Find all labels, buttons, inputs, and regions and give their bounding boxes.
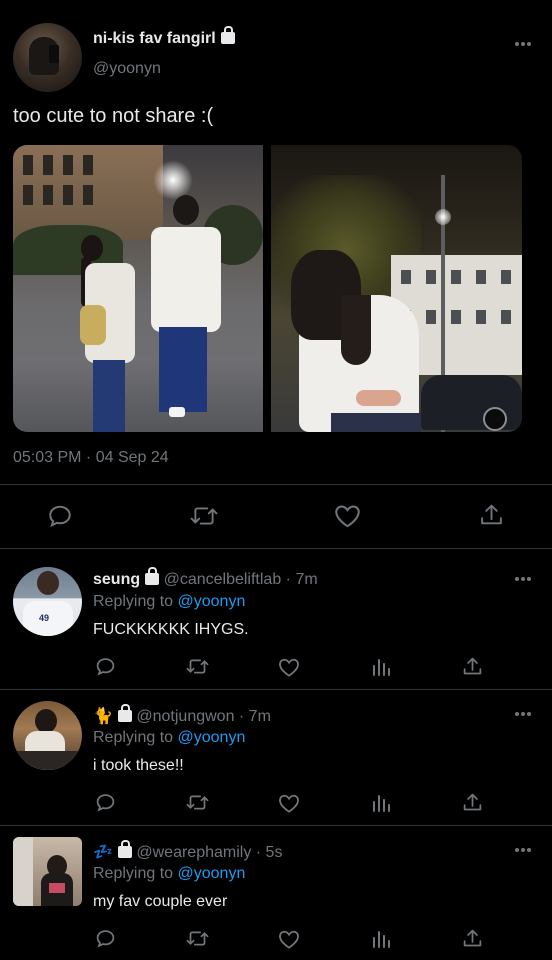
retweet-icon[interactable] — [186, 792, 209, 813]
reply-display-name[interactable]: 💤 — [93, 844, 113, 861]
share-icon[interactable] — [462, 928, 483, 949]
reply-icon[interactable] — [47, 503, 73, 529]
reply-text: FUCKKKKKK IHYGS. — [93, 621, 249, 638]
views-icon[interactable] — [371, 929, 391, 949]
author-name-row: ni-kis fav fangirl — [93, 26, 235, 48]
reply-icon[interactable] — [95, 928, 116, 949]
divider — [0, 484, 552, 485]
reply-header: seung @cancelbeliftlab · 7m — [93, 567, 318, 589]
reply-handle-time[interactable]: @notjungwon · 7m — [136, 708, 271, 725]
reply-avatar[interactable] — [13, 701, 82, 770]
reply-header: 🐈 @notjungwon · 7m — [93, 704, 271, 726]
reply-display-name[interactable]: seung — [93, 571, 140, 588]
replying-prefix: Replying to — [93, 865, 174, 882]
retweet-icon[interactable] — [186, 656, 209, 677]
like-icon[interactable] — [278, 657, 300, 677]
retweet-icon[interactable] — [186, 928, 209, 949]
more-icon[interactable] — [515, 848, 535, 858]
lock-icon — [117, 704, 132, 722]
replying-to: Replying to @yoonyn — [93, 593, 245, 611]
views-icon[interactable] — [371, 793, 391, 813]
divider — [0, 689, 552, 690]
more-icon[interactable] — [515, 577, 535, 587]
reply-header: 💤 @wearephamily · 5s — [93, 840, 282, 862]
replying-prefix: Replying to — [93, 729, 174, 746]
replying-to-handle[interactable]: @yoonyn — [178, 593, 246, 610]
reply-text: i took these!! — [93, 757, 184, 774]
lock-icon — [117, 840, 132, 858]
divider — [0, 548, 552, 549]
more-icon[interactable] — [515, 42, 535, 52]
replying-to-handle[interactable]: @yoonyn — [178, 865, 246, 882]
reply-icon[interactable] — [95, 656, 116, 677]
reply-handle-time[interactable]: @wearephamily · 5s — [136, 844, 282, 861]
share-icon[interactable] — [479, 502, 504, 528]
tweet-text: too cute to not share :( — [13, 105, 214, 127]
media-photo-right[interactable] — [271, 145, 522, 432]
share-icon[interactable] — [462, 656, 483, 677]
replying-to: Replying to @yoonyn — [93, 865, 245, 883]
like-icon[interactable] — [334, 503, 361, 528]
replying-to: Replying to @yoonyn — [93, 729, 245, 747]
tweet-timestamp[interactable]: 05:03 PM · 04 Sep 24 — [13, 449, 169, 467]
lock-icon — [220, 26, 235, 44]
share-icon[interactable] — [462, 792, 483, 813]
replying-prefix: Replying to — [93, 593, 174, 610]
tweet-media[interactable] — [13, 145, 522, 432]
replying-to-handle[interactable]: @yoonyn — [178, 729, 246, 746]
views-icon[interactable] — [371, 657, 391, 677]
retweet-icon[interactable] — [190, 503, 218, 529]
reply-avatar[interactable] — [13, 837, 82, 906]
reply-display-name[interactable]: 🐈 — [93, 708, 113, 725]
like-icon[interactable] — [278, 929, 300, 949]
divider — [0, 825, 552, 826]
author-handle[interactable]: @yoonyn — [93, 60, 161, 78]
reply-icon[interactable] — [95, 792, 116, 813]
reply-text: my fav couple ever — [93, 893, 228, 910]
lock-icon — [145, 567, 160, 585]
author-avatar[interactable] — [13, 23, 82, 92]
more-icon[interactable] — [515, 712, 535, 722]
reply-handle-time[interactable]: @cancelbeliftlab · 7m — [164, 571, 318, 588]
author-display-name[interactable]: ni-kis fav fangirl — [93, 30, 216, 47]
like-icon[interactable] — [278, 793, 300, 813]
media-photo-left[interactable] — [13, 145, 263, 432]
reply-avatar[interactable]: 49 — [13, 567, 82, 636]
